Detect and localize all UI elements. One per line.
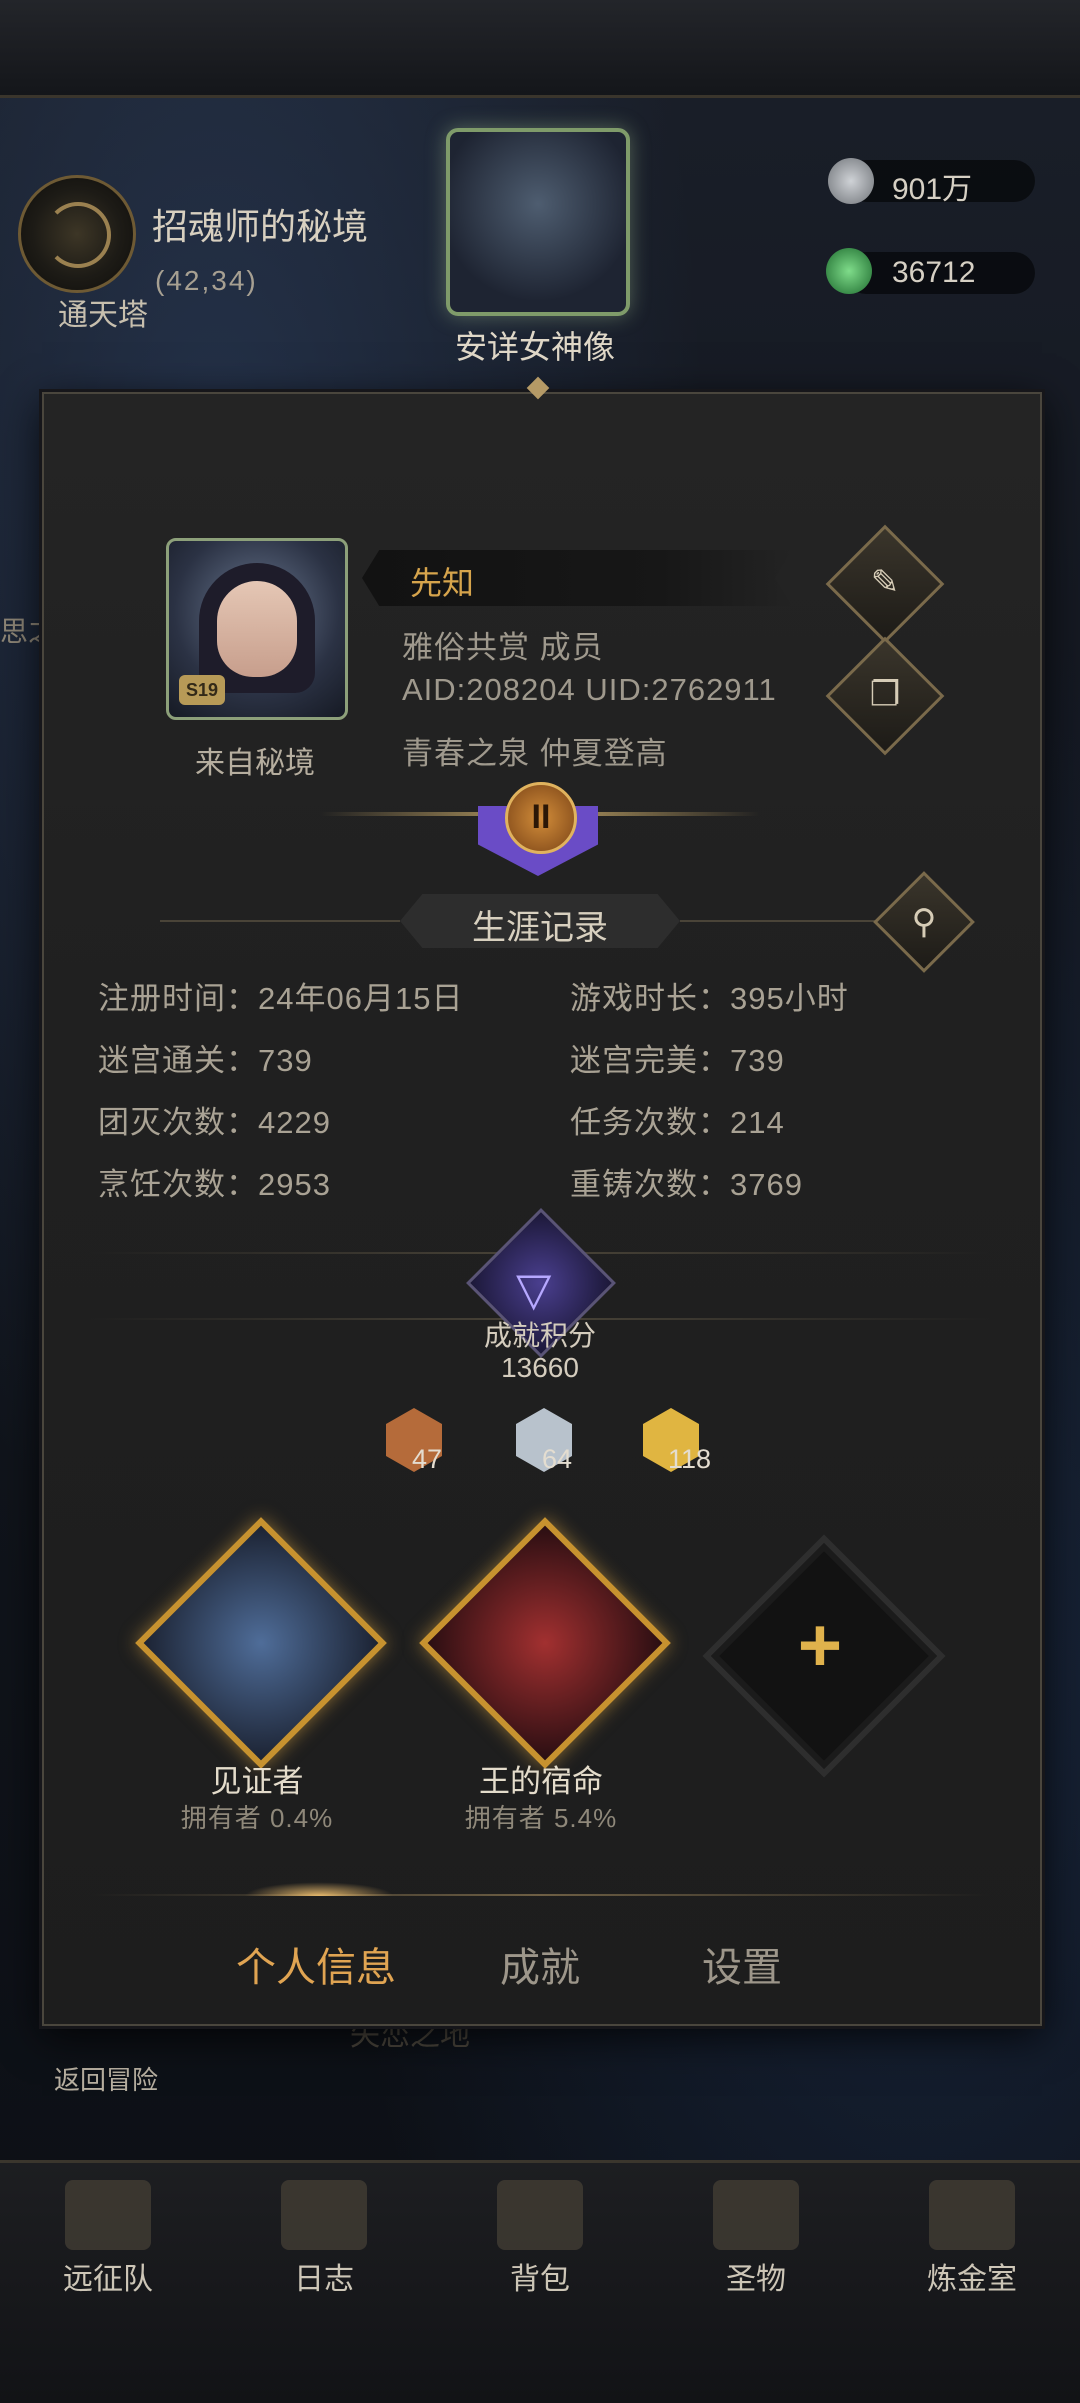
nav-label: 炼金室 xyxy=(927,2263,1017,2296)
career-title: 生涯记录 xyxy=(472,909,608,947)
id-line: AID:208204 UID:2762911 xyxy=(402,672,777,707)
badge-card-witness[interactable]: 见证者 拥有者 0.4% xyxy=(122,1517,392,1840)
stat-register-time: 注册时间：24年06月15日 xyxy=(98,981,464,1016)
journal-icon xyxy=(281,2180,367,2250)
nav-item-backpack[interactable]: 背包 xyxy=(440,2180,640,2320)
resource-silver-value: 901万 xyxy=(892,173,973,206)
stat-quests: 任务次数：214 xyxy=(570,1105,785,1140)
lantern-badge-icon xyxy=(135,1517,387,1769)
nav-item-journal[interactable]: 日志 xyxy=(224,2180,424,2320)
nav-item-relics[interactable]: 圣物 xyxy=(656,2180,856,2320)
rank-emblem: II xyxy=(505,782,577,854)
nav-label: 日志 xyxy=(294,2263,354,2296)
stat-maze-perfect: 迷宫完美：739 xyxy=(570,1043,785,1078)
badge-name: 见证者 xyxy=(210,1764,304,1799)
section-line-left xyxy=(160,920,400,922)
backpack-icon xyxy=(497,2180,583,2250)
active-tab-indicator xyxy=(244,1882,394,1896)
location-coords: (42,34) xyxy=(155,265,258,296)
gold-medal-count: 118 xyxy=(668,1444,712,1474)
badge-card-kings-fate[interactable]: 王的宿命 拥有者 5.4% xyxy=(406,1517,676,1840)
stat-cooking: 烹饪次数：2953 xyxy=(98,1167,331,1202)
horned-helmet-icon xyxy=(65,2180,151,2250)
tab-personal-info[interactable]: 个人信息 xyxy=(236,1935,396,1993)
badge-name: 王的宿命 xyxy=(479,1764,603,1799)
avatar-level-badge: S19 xyxy=(179,675,225,705)
magnifier-icon: ⚲ xyxy=(911,903,937,941)
knight-badge-icon xyxy=(419,1517,671,1769)
nav-item-expedition[interactable]: 远征队 xyxy=(8,2180,208,2320)
relic-icon xyxy=(713,2180,799,2250)
badge-owners: 拥有者 0.4% xyxy=(180,1803,334,1833)
document-icon: ❐ xyxy=(869,675,901,714)
alchemy-icon xyxy=(929,2180,1015,2250)
silver-coin-icon xyxy=(828,158,874,204)
top-frame xyxy=(0,0,1080,98)
stat-play-time: 游戏时长：395小时 xyxy=(570,981,849,1016)
location-swirl-icon[interactable] xyxy=(18,175,136,293)
section-line-right xyxy=(680,920,880,922)
achievement-points-value: 13660 xyxy=(501,1352,579,1383)
nav-label: 圣物 xyxy=(726,2263,786,2296)
tags-line: 青春之泉 仲夏登高 xyxy=(402,736,668,771)
nav-label: 背包 xyxy=(510,2263,570,2296)
stat-reforge: 重铸次数：3769 xyxy=(570,1167,803,1202)
nav-label: 远征队 xyxy=(63,2263,153,2296)
location-name: 招魂师的秘境 xyxy=(152,206,369,247)
tower-label[interactable]: 通天塔 xyxy=(58,290,148,334)
stat-team-wipe: 团灭次数：4229 xyxy=(98,1105,331,1140)
stat-maze-clear: 迷宫通关：739 xyxy=(98,1043,313,1078)
guild-line: 雅俗共赏 成员 xyxy=(402,630,604,665)
resource-gem-value: 36712 xyxy=(892,256,976,289)
tab-settings[interactable]: 设置 xyxy=(702,1935,782,1993)
avatar-caption: 来自秘境 xyxy=(195,747,315,780)
nav-item-alchemy[interactable]: 炼金室 xyxy=(872,2180,1072,2320)
tab-divider xyxy=(90,1894,990,1896)
player-title: 先知 xyxy=(410,565,475,601)
player-avatar[interactable]: S19 xyxy=(166,538,348,720)
green-gem-icon xyxy=(826,248,872,294)
return-adventure-button[interactable]: 返回冒险 xyxy=(54,2060,158,2097)
avatar-face xyxy=(217,581,297,677)
silver-medal-count: 64 xyxy=(542,1444,573,1474)
statue-label: 安详女神像 xyxy=(454,329,615,365)
achievement-triangle-icon: ▽ xyxy=(516,1263,552,1315)
achievement-points-label: 成就积分 xyxy=(483,1320,596,1351)
quill-icon: ✎ xyxy=(870,563,900,602)
plus-icon: + xyxy=(797,1603,843,1688)
bronze-medal-count: 47 xyxy=(412,1444,443,1474)
tab-achievements[interactable]: 成就 xyxy=(500,1935,580,1993)
badge-owners: 拥有者 5.4% xyxy=(464,1803,618,1833)
statue-portrait[interactable] xyxy=(446,128,630,316)
